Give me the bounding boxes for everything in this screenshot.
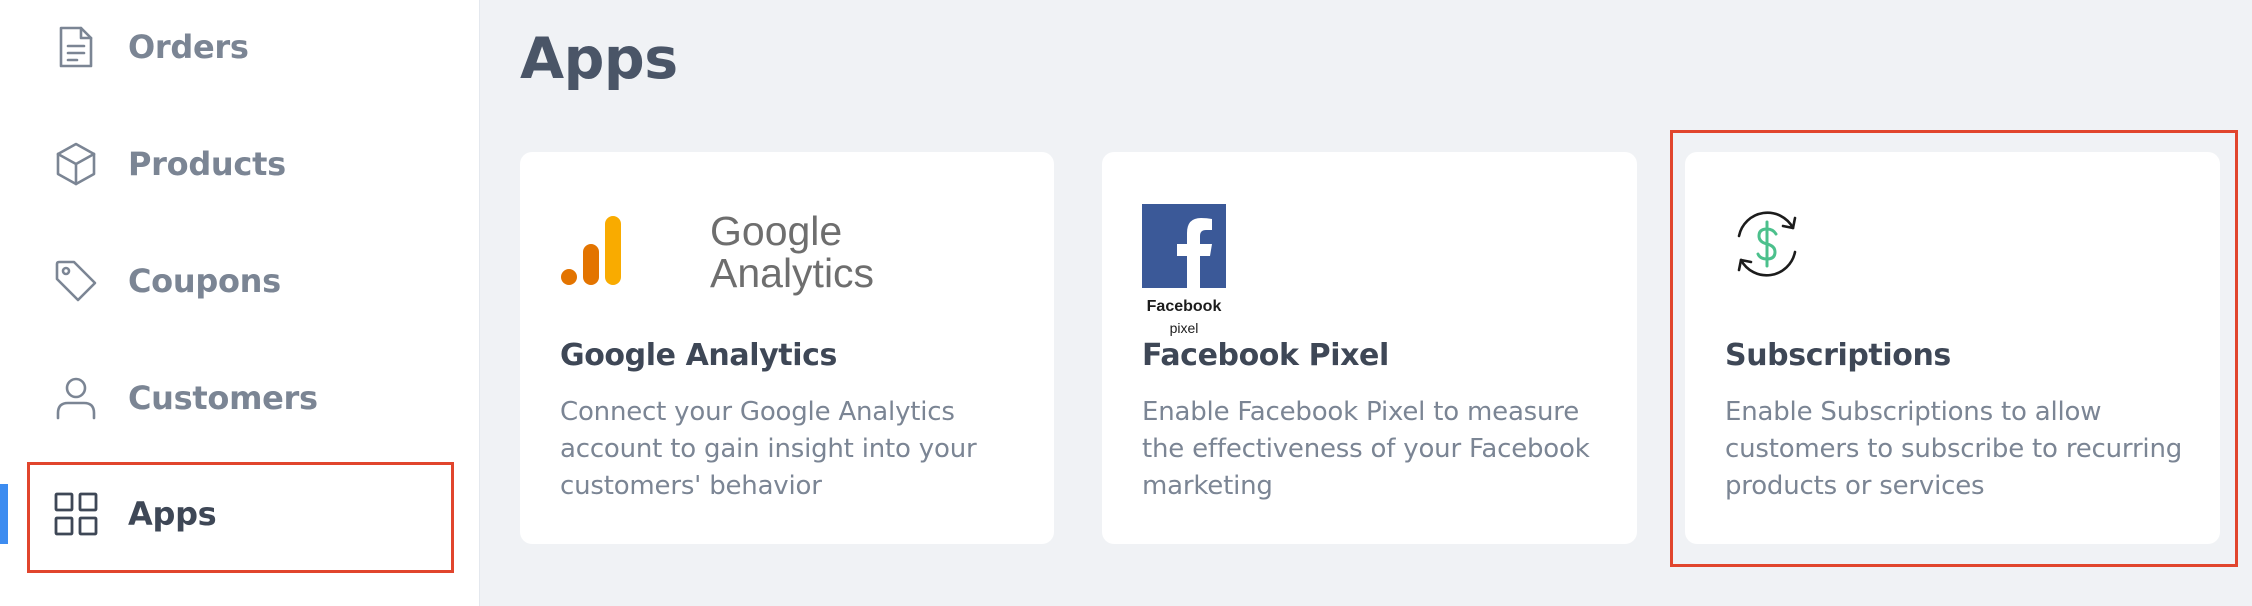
facebook-pixel-logo: Facebook pixel [1142, 204, 1226, 338]
sidebar-item-products[interactable]: Products [0, 124, 480, 204]
analytics-bars-icon [561, 216, 621, 285]
app-card-title: Google Analytics [560, 338, 837, 373]
sidebar-item-customers[interactable]: Customers [0, 358, 480, 438]
sidebar-item-label: Customers [128, 379, 318, 417]
tag-icon [53, 258, 99, 304]
app-card-google-analytics[interactable]: Google Analytics Google Analytics Connec… [520, 152, 1054, 544]
document-icon [53, 24, 99, 70]
highlight-box-subscriptions-card [1670, 130, 2238, 567]
sidebar-item-label: Coupons [128, 262, 281, 300]
box-icon [53, 141, 99, 187]
google-analytics-wordmark: Google Analytics [710, 208, 875, 296]
page-title: Apps [520, 26, 678, 92]
sidebar-item-coupons[interactable]: Coupons [0, 241, 480, 321]
sidebar-item-label: Products [128, 145, 286, 183]
user-icon [53, 375, 99, 421]
active-indicator [0, 484, 8, 544]
app-card-description: Enable Facebook Pixel to measure the eff… [1142, 397, 1590, 501]
google-analytics-logo: Google Analytics [560, 204, 874, 294]
app-card-title: Facebook Pixel [1142, 338, 1389, 373]
app-card-facebook-pixel[interactable]: Facebook pixel Facebook Pixel Enable Fac… [1102, 152, 1637, 544]
highlight-box-apps-nav [27, 462, 454, 573]
facebook-icon [1142, 204, 1226, 288]
app-card-description: Connect your Google Analytics account to… [560, 397, 977, 501]
sidebar-item-label: Orders [128, 28, 249, 66]
sidebar-item-orders[interactable]: Orders [0, 7, 480, 87]
facebook-pixel-wordmark: Facebook pixel [1146, 298, 1222, 336]
